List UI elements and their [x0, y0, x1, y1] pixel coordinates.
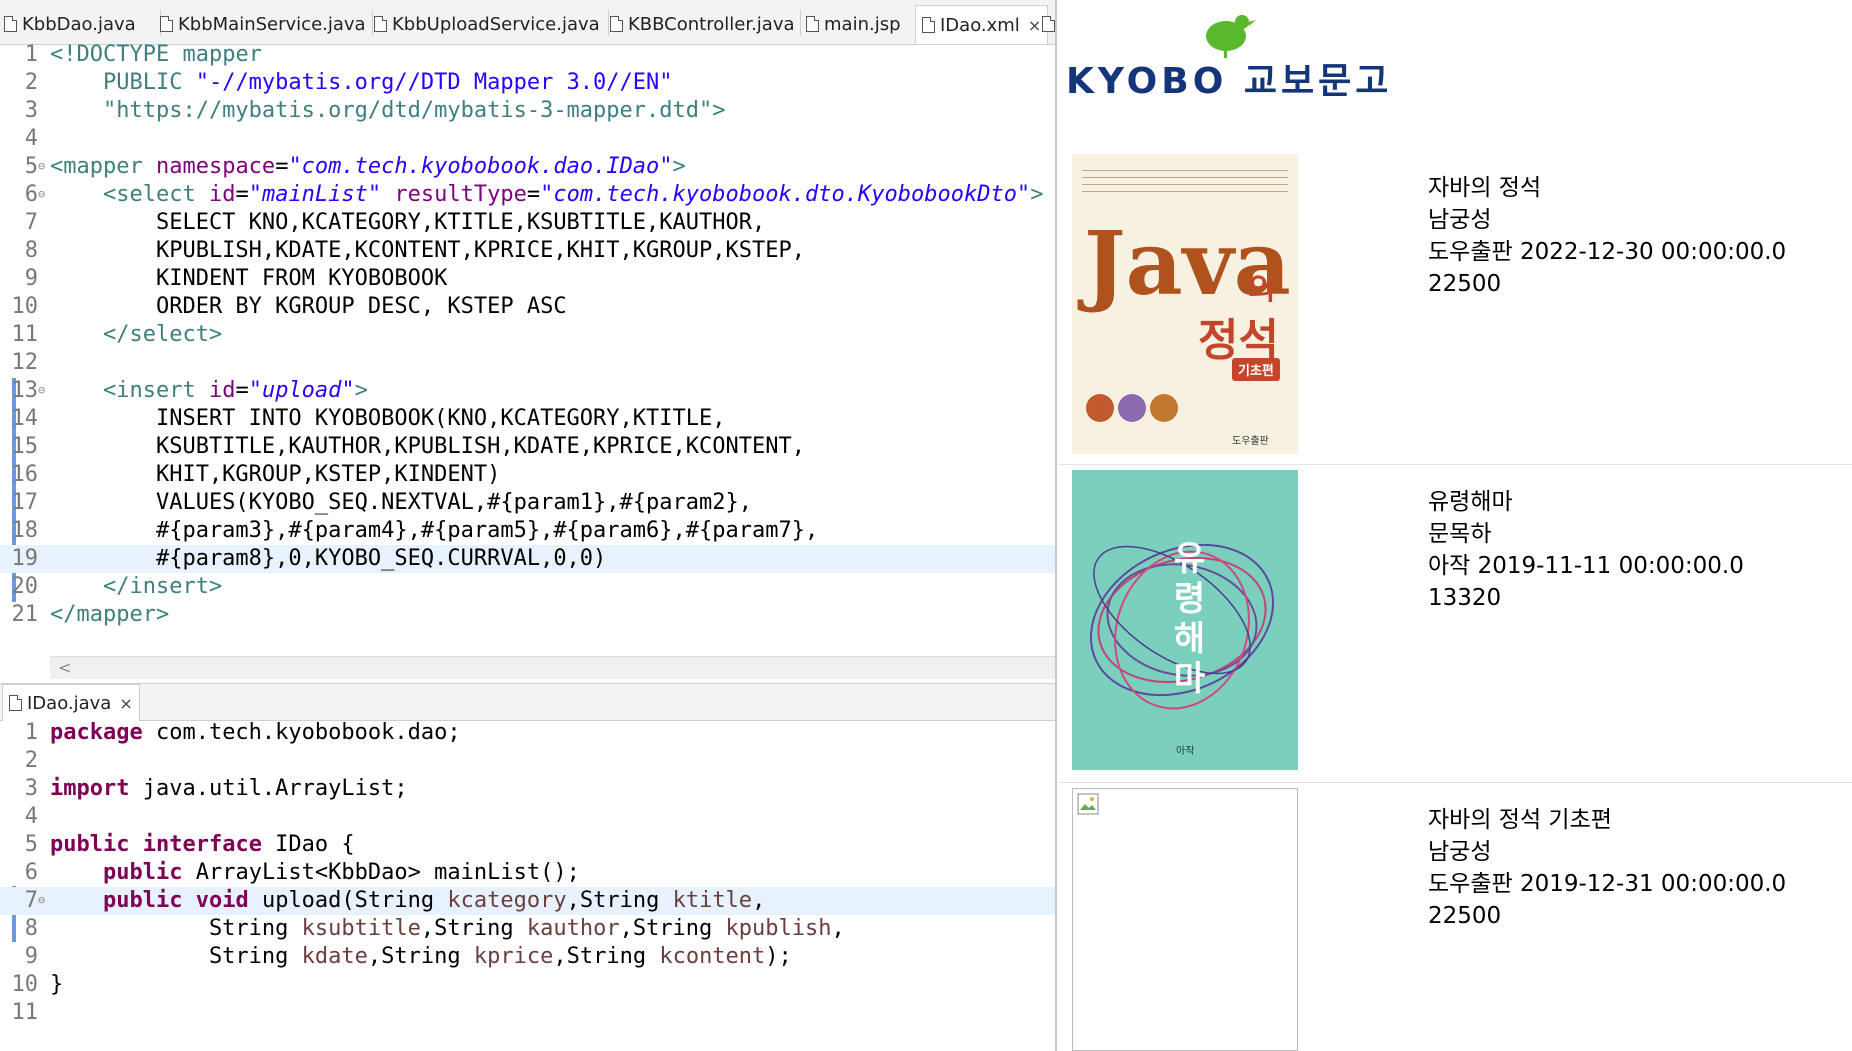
book-list-item[interactable]: Java 의 정석 기초편 도우출판 자바의 정석 남궁성 도우출판 2022-…: [1058, 150, 1852, 465]
code-line: 20 </insert>: [11, 574, 223, 599]
scroll-left-icon[interactable]: <: [58, 657, 71, 679]
book-title[interactable]: 유령해마: [1428, 486, 1744, 518]
horizontal-scrollbar[interactable]: <: [50, 656, 1055, 679]
jsp-file-icon: [806, 16, 819, 32]
book-price: 22500: [1428, 271, 1502, 297]
code-line: 6 ⊖ <select id="mainList" resultType="com…: [24, 182, 1044, 207]
book-price: 22500: [1428, 903, 1502, 929]
code-line: 8 String ksubtitle,String kauthor,String…: [24, 916, 845, 941]
code-line: 5 public interface IDao {: [24, 832, 355, 857]
code-line: 17 VALUES(KYOBO_SEQ.NEXTVAL,#{param1},#{…: [11, 490, 753, 515]
code-line: 4: [24, 126, 38, 151]
code-line: 21 </mapper>: [11, 602, 170, 627]
book-title[interactable]: 자바의 정석 기초편: [1428, 804, 1786, 836]
book-publisher-date: 도우출판 2022-12-30 00:00:00.0: [1428, 239, 1787, 265]
book-price: 13320: [1428, 585, 1502, 611]
code-line: 10}: [11, 972, 64, 997]
book-publisher-date: 아작 2019-11-11 00:00:00.0: [1428, 553, 1744, 579]
book-author: 문목하: [1428, 521, 1492, 547]
java-file-icon: [374, 16, 387, 32]
code-line-current: 7 ⊖ public void upload(String kcategory,S…: [0, 887, 1055, 915]
code-line: 2 PUBLIC "-//mybatis.org//DTD Mapper 3.0…: [24, 70, 673, 95]
fold-toggle-icon[interactable]: ⊖: [38, 187, 45, 201]
editor-tab-bar: KbbDao.java KbbMainService.java KbbUploa…: [0, 0, 1055, 45]
ide-editor: KbbDao.java KbbMainService.java KbbUploa…: [0, 0, 1057, 1051]
book-title[interactable]: 자바의 정석: [1428, 172, 1786, 204]
code-line: 6 public ArrayList<KbbDao> mainList();: [24, 860, 580, 885]
code-line: 7 SELECT KNO,KCATEGORY,KTITLE,KSUBTITLE,…: [24, 210, 766, 235]
code-line: 1 package com.tech.kyobobook.dao;: [24, 720, 461, 745]
tab-main-jsp[interactable]: main.jsp: [806, 6, 901, 42]
code-line: 10 ORDER BY KGROUP DESC, KSTEP ASC: [11, 294, 567, 319]
java-file-icon: [610, 16, 623, 32]
fold-toggle-icon[interactable]: ⊖: [38, 383, 45, 397]
book-author: 남궁성: [1428, 839, 1492, 865]
close-tab-icon[interactable]: ×: [1028, 16, 1041, 35]
code-line-current: 19 #{param8},0,KYOBO_SEQ.CURRVAL,0,0): [0, 545, 1055, 573]
fold-toggle-icon[interactable]: ⊖: [38, 159, 45, 173]
book-cover-image-broken[interactable]: [1072, 788, 1298, 1051]
code-line: 8 KPUBLISH,KDATE,KCONTENT,KPRICE,KHIT,KG…: [24, 238, 805, 263]
code-line: 13 ⊖ <insert id="upload">: [11, 378, 368, 403]
book-details: 자바의 정석 남궁성 도우출판 2022-12-30 00:00:00.0 22…: [1428, 172, 1786, 300]
tab-kbbdao-java[interactable]: KbbDao.java: [4, 6, 136, 42]
code-line: 14 INSERT INTO KYOBOBOOK(KNO,KCATEGORY,K…: [11, 406, 726, 431]
code-line: 15 KSUBTITLE,KAUTHOR,KPUBLISH,KDATE,KPRI…: [11, 434, 805, 459]
book-list-item[interactable]: 유령해마 아작 유령해마 문목하 아작 2019-11-11 00:00:00.…: [1058, 464, 1852, 783]
book-author: 남궁성: [1428, 207, 1492, 233]
fold-toggle-icon[interactable]: ⊖: [38, 893, 45, 907]
close-tab-icon[interactable]: ×: [119, 694, 132, 713]
broken-image-icon: [1077, 793, 1099, 815]
book-cover-image[interactable]: 유령해마 아작: [1072, 470, 1298, 770]
java-file-icon: [160, 16, 173, 32]
book-list-item[interactable]: 자바의 정석 기초편 남궁성 도우출판 2019-12-31 00:00:00.…: [1058, 782, 1852, 1051]
code-line: 11 </select>: [11, 322, 223, 347]
code-line: 9 String kdate,String kprice,String kcon…: [24, 944, 792, 969]
code-line: 12: [11, 350, 39, 375]
code-line: 2: [24, 748, 38, 773]
code-line: 11: [11, 1000, 39, 1025]
code-line: 18 #{param3},#{param4},#{param5},#{param…: [11, 518, 819, 543]
lower-tab-bar: IDao.java ×: [0, 683, 1055, 721]
java-file-icon: [4, 16, 17, 32]
code-line: 1 <!DOCTYPE mapper: [24, 42, 262, 67]
code-line: 5 ⊖ <mapper namespace="com.tech.kyobobook.…: [24, 154, 686, 179]
book-cover-image[interactable]: Java 의 정석 기초편 도우출판: [1072, 154, 1298, 454]
code-line: 9 KINDENT FROM KYOBOBOOK: [24, 266, 448, 291]
book-details: 자바의 정석 기초편 남궁성 도우출판 2019-12-31 00:00:00.…: [1428, 804, 1786, 932]
xml-file-icon: [922, 17, 935, 33]
code-line: 3 import java.util.ArrayList;: [24, 776, 408, 801]
tab-kbbmainservice-java[interactable]: KbbMainService.java: [160, 6, 366, 42]
tab-kbbuploadservice-java[interactable]: KbbUploadService.java: [374, 6, 600, 42]
kyobo-logo[interactable]: KYOBO 교보문고: [1066, 10, 1388, 102]
tab-idao-xml[interactable]: IDao.xml ×: [915, 5, 1049, 44]
code-line: 3 "https://mybatis.org/dtd/mybatis-3-map…: [24, 98, 726, 123]
book-publisher-date: 도우출판 2019-12-31 00:00:00.0: [1428, 871, 1787, 897]
book-details: 유령해마 문목하 아작 2019-11-11 00:00:00.0 13320: [1428, 486, 1744, 614]
java-file-icon: [9, 695, 22, 711]
code-line: 16 KHIT,KGROUP,KSTEP,KINDENT): [11, 462, 501, 487]
tab-idao-java[interactable]: IDao.java ×: [2, 684, 140, 721]
code-line: 4: [24, 804, 38, 829]
tab-kbbcontroller-java[interactable]: KBBController.java: [610, 6, 795, 42]
